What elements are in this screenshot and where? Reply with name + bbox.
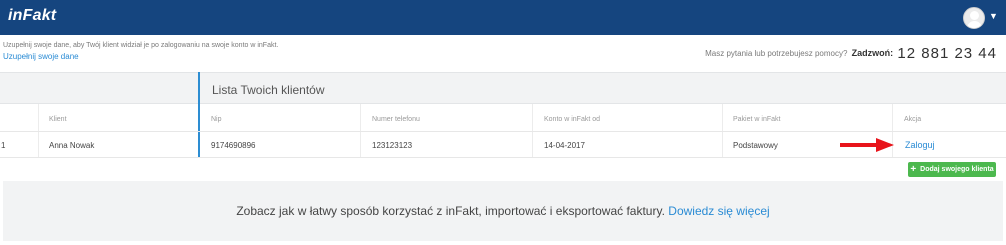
top-navigation-bar: inFakt ▼: [0, 0, 1006, 35]
client-package: Podstawowy: [733, 141, 778, 150]
user-avatar-icon[interactable]: [963, 7, 985, 29]
clients-panel-header: [0, 72, 1006, 104]
help-contact: Masz pytania lub potrzebujesz pomocy? Za…: [705, 45, 997, 62]
column-header-account-since[interactable]: Konto w inFakt od: [544, 116, 600, 123]
client-phone: 123123123: [372, 141, 413, 150]
chevron-down-icon[interactable]: ▼: [989, 11, 998, 21]
client-nip: 9174690896: [211, 141, 256, 150]
column-header-package[interactable]: Pakiet w inFakt: [733, 116, 780, 123]
red-arrow-icon: [840, 138, 894, 152]
promo-line: Zobacz jak w łatwy sposób korzystać z in…: [0, 204, 1006, 218]
clients-list-title: Lista Twoich klientów: [212, 83, 325, 97]
profile-notice-text: Uzupełnij swoje dane, aby Twój klient wi…: [3, 42, 279, 49]
column-header-client[interactable]: Klient: [49, 116, 67, 123]
learn-more-link[interactable]: Dowiedz się więcej: [668, 204, 769, 218]
infakt-logo[interactable]: inFakt: [8, 7, 56, 25]
complete-profile-link[interactable]: Uzupełnij swoje dane: [3, 52, 79, 61]
column-header-nip[interactable]: Nip: [211, 116, 222, 123]
column-header-phone[interactable]: Numer telefonu: [372, 116, 420, 123]
plus-icon: +: [910, 163, 917, 175]
login-as-client-link[interactable]: Zaloguj: [905, 140, 935, 150]
column-header-action: Akcja: [904, 116, 922, 123]
client-name: Anna Nowak: [49, 141, 95, 150]
help-question: Masz pytania lub potrzebujesz pomocy?: [705, 49, 848, 58]
row-index: 1: [1, 141, 6, 150]
add-client-button[interactable]: + Dodaj swojego klienta: [908, 162, 996, 177]
add-client-label: Dodaj swojego klienta: [920, 166, 994, 173]
client-account-since: 14-04-2017: [544, 141, 585, 150]
phone-number: 12 881 23 44: [897, 45, 997, 62]
call-label: Zadzwoń:: [851, 48, 894, 58]
promo-text: Zobacz jak w łatwy sposób korzystać z in…: [236, 204, 665, 218]
